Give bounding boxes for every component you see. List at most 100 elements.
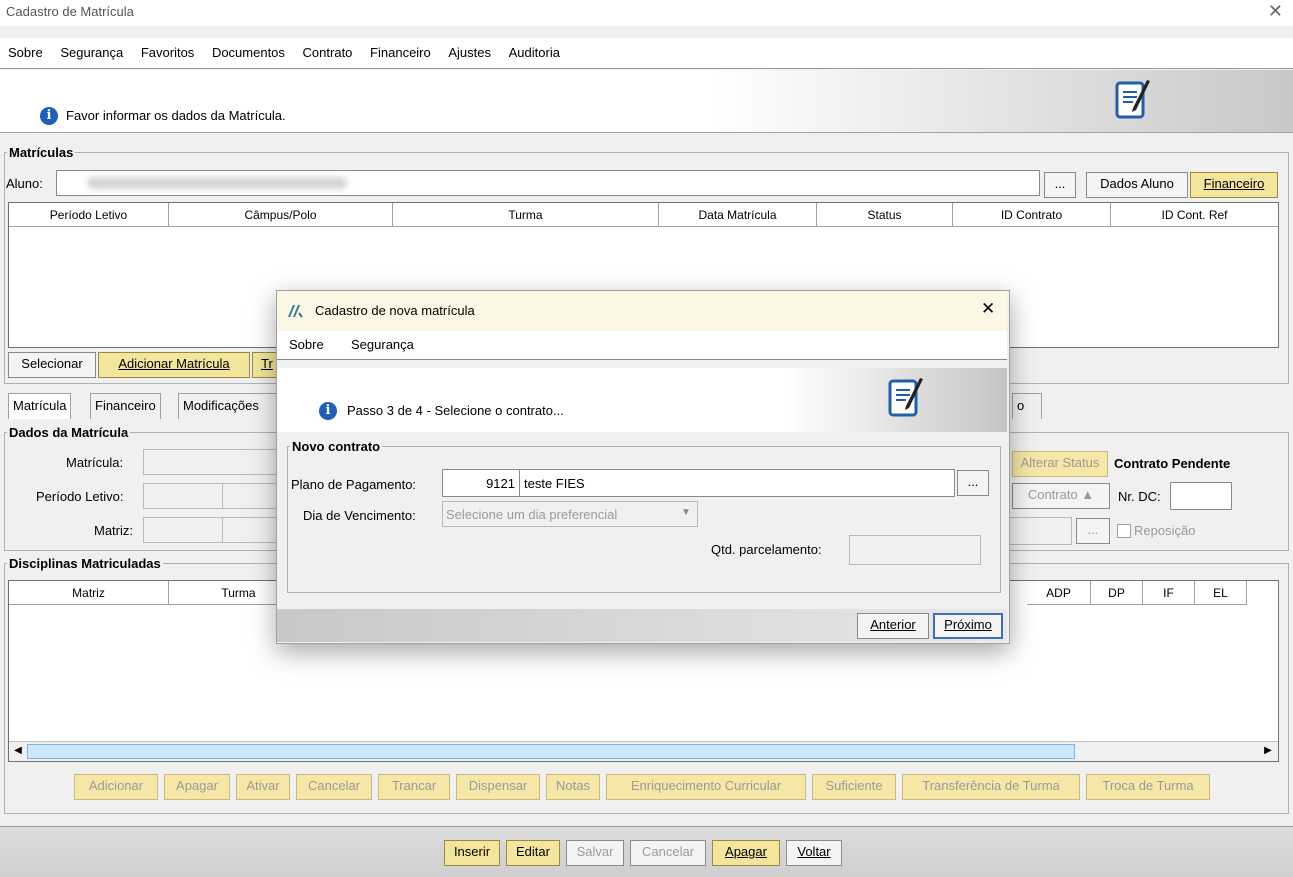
col-periodo-letivo[interactable]: Período Letivo — [9, 203, 169, 227]
aluno-input[interactable] — [56, 170, 1040, 196]
salvar-button[interactable]: Salvar — [566, 840, 624, 866]
col-id-contrato[interactable]: ID Contrato — [953, 203, 1111, 227]
matricula-field[interactable] — [143, 449, 283, 475]
voltar-button[interactable]: Voltar — [786, 840, 842, 866]
menu-documentos[interactable]: Documentos — [212, 38, 285, 68]
disciplina-adicionar-button[interactable]: Adicionar — [74, 774, 158, 800]
col-turma[interactable]: Turma — [393, 203, 659, 227]
anterior-button[interactable]: Anterior — [857, 613, 929, 639]
disciplina-dispensar-button[interactable]: Dispensar — [456, 774, 540, 800]
menu-financeiro[interactable]: Financeiro — [370, 38, 431, 68]
periodo-field-1[interactable] — [143, 483, 223, 509]
adicionar-matricula-button[interactable]: Adicionar Matrícula — [98, 352, 250, 378]
scroll-left-icon[interactable]: ◀ — [11, 744, 25, 758]
scroll-thumb[interactable] — [27, 744, 1075, 759]
alterar-status-button[interactable]: Alterar Status — [1012, 451, 1108, 477]
col-dp[interactable]: DP — [1091, 581, 1143, 605]
disciplina-suficiente-button[interactable]: Suficiente — [812, 774, 896, 800]
plano-pagamento-label: Plano de Pagamento: — [291, 477, 417, 492]
matriz-field-2[interactable] — [222, 517, 282, 543]
apagar-label: Apagar — [725, 844, 767, 859]
disciplina-notas-button[interactable]: Notas — [546, 774, 600, 800]
document-edit-icon — [1115, 80, 1150, 119]
voltar-label: Voltar — [797, 844, 831, 859]
editar-button[interactable]: Editar — [506, 840, 560, 866]
dialog-title: Cadastro de nova matrícula — [315, 303, 475, 318]
dados-aluno-button[interactable]: Dados Aluno — [1086, 172, 1188, 198]
col-data-matricula[interactable]: Data Matrícula — [659, 203, 817, 227]
horizontal-scrollbar[interactable]: ◀ ▶ — [9, 741, 1278, 761]
tab-financeiro[interactable]: Financeiro — [90, 393, 161, 419]
inserir-button[interactable]: Inserir — [444, 840, 500, 866]
menu-contrato[interactable]: Contrato — [303, 38, 353, 68]
plano-name-input[interactable]: teste FIES — [519, 469, 955, 497]
nova-matricula-dialog: Cadastro de nova matrícula ✕ Sobre Segur… — [276, 290, 1010, 644]
col-el[interactable]: EL — [1195, 581, 1247, 605]
disciplina-cancelar-button[interactable]: Cancelar — [296, 774, 372, 800]
menu-auditoria[interactable]: Auditoria — [509, 38, 560, 68]
apagar-button[interactable]: Apagar — [712, 840, 780, 866]
col-adp[interactable]: ADP — [1027, 581, 1091, 605]
col-status[interactable]: Status — [817, 203, 953, 227]
tab-partial[interactable]: o — [1012, 393, 1042, 419]
dialog-menu-sobre[interactable]: Sobre — [289, 337, 324, 352]
step-message: Passo 3 de 4 - Selecione o contrato... — [347, 403, 564, 418]
step-info-icon: i — [319, 402, 337, 420]
dialog-step-header: i Passo 3 de 4 - Selecione o contrato... — [277, 368, 1007, 432]
reposicao-label: Reposição — [1134, 523, 1196, 538]
enriquecimento-curricular-button[interactable]: Enriquecimento Curricular — [606, 774, 806, 800]
scroll-right-icon[interactable]: ▶ — [1261, 744, 1275, 758]
disciplina-ativar-button[interactable]: Ativar — [236, 774, 290, 800]
col-campus-polo[interactable]: Câmpus/Polo — [169, 203, 393, 227]
qtd-parcelamento-label: Qtd. parcelamento: — [711, 542, 822, 557]
periodo-field-2[interactable] — [222, 483, 282, 509]
contrato-pendente-status: Contrato Pendente — [1114, 456, 1231, 471]
dialog-menu-bar: Sobre Segurança — [277, 331, 1007, 360]
menu-seguranca[interactable]: Segurança — [60, 38, 123, 68]
plano-code-input[interactable]: 9121 — [442, 469, 520, 497]
dados-legend: Dados da Matrícula — [9, 425, 129, 440]
blurred-value — [87, 177, 347, 189]
menu-sobre[interactable]: Sobre — [8, 38, 43, 68]
disciplina-trancar-button[interactable]: Trancar — [378, 774, 450, 800]
novo-contrato-legend: Novo contrato — [292, 439, 381, 454]
reposicao-browse-button[interactable]: ... — [1076, 518, 1110, 544]
dialog-close-icon[interactable]: ✕ — [981, 299, 995, 319]
menu-ajustes[interactable]: Ajustes — [448, 38, 491, 68]
reposicao-checkbox[interactable] — [1117, 524, 1131, 538]
header-message: Favor informar os dados da Matrícula. — [66, 108, 286, 123]
col-if[interactable]: IF — [1143, 581, 1195, 605]
reposicao-field[interactable] — [1008, 517, 1072, 545]
dialog-document-edit-icon — [888, 378, 923, 417]
chevron-down-icon[interactable]: ▼ — [681, 507, 691, 518]
disciplinas-legend: Disciplinas Matriculadas — [9, 556, 161, 571]
close-icon[interactable]: ✕ — [1268, 1, 1283, 22]
dia-vencimento-label: Dia de Vencimento: — [303, 508, 416, 523]
tab-matricula[interactable]: Matrícula — [8, 393, 72, 419]
proximo-label: Próximo — [944, 617, 992, 632]
matriz-field-1[interactable] — [143, 517, 223, 543]
adicionar-matricula-label: Adicionar Matrícula — [118, 356, 230, 371]
selecionar-button[interactable]: Selecionar — [8, 352, 96, 378]
qtd-parcelamento-field[interactable] — [849, 535, 981, 565]
troca-turma-button[interactable]: Troca de Turma — [1086, 774, 1210, 800]
window-title: Cadastro de Matrícula — [6, 4, 134, 19]
col-matriz[interactable]: Matriz — [9, 581, 169, 605]
cancelar-button[interactable]: Cancelar — [630, 840, 706, 866]
transferencia-turma-button[interactable]: Transferência de Turma — [902, 774, 1080, 800]
proximo-button[interactable]: Próximo — [933, 613, 1003, 639]
nr-dc-input[interactable] — [1170, 482, 1232, 510]
financeiro-button-label: Financeiro — [1203, 176, 1265, 191]
dia-vencimento-select[interactable]: Selecione um dia preferencial ▼ — [442, 501, 698, 527]
aluno-label: Aluno: — [6, 176, 43, 191]
financeiro-button[interactable]: Financeiro — [1190, 172, 1278, 198]
contrato-dropdown-button[interactable]: Contrato ▲ — [1012, 483, 1110, 509]
aluno-browse-button[interactable]: ... — [1044, 172, 1076, 198]
disciplina-apagar-button[interactable]: Apagar — [164, 774, 230, 800]
col-id-cont-ref[interactable]: ID Cont. Ref — [1111, 203, 1278, 227]
dialog-menu-seguranca[interactable]: Segurança — [351, 337, 414, 352]
menu-bar: Sobre Segurança Favoritos Documentos Con… — [0, 38, 1293, 69]
plano-browse-button[interactable]: ... — [957, 470, 989, 496]
tab-modificacoes[interactable]: Modificações — [178, 393, 288, 419]
menu-favoritos[interactable]: Favoritos — [141, 38, 194, 68]
